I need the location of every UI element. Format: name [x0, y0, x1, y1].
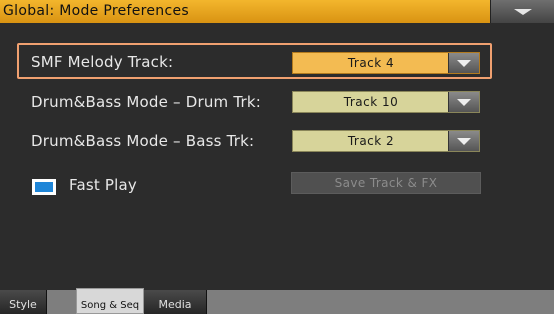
drum-track-select[interactable]: Track 10 — [292, 91, 480, 113]
tab-style[interactable]: Style — [0, 290, 47, 314]
page-menu-button[interactable] — [490, 0, 554, 23]
save-track-fx-button[interactable]: Save Track & FX — [291, 172, 481, 194]
tab-label: Media — [158, 298, 192, 311]
checkbox-check-fill — [35, 182, 53, 192]
bass-track-dropdown-button[interactable] — [448, 131, 479, 151]
smf-melody-track-label: SMF Melody Track: — [31, 53, 174, 71]
tab-media[interactable]: Media — [144, 290, 207, 314]
drum-track-dropdown-button[interactable] — [448, 92, 479, 112]
tab-bar: Style Song & Seq Media — [0, 288, 554, 314]
bass-track-label: Drum&Bass Mode – Bass Trk: — [31, 132, 255, 150]
chevron-down-icon — [457, 138, 471, 145]
drum-track-label: Drum&Bass Mode – Drum Trk: — [31, 93, 261, 111]
fast-play-label: Fast Play — [69, 176, 137, 194]
tab-song-seq[interactable]: Song & Seq — [76, 288, 144, 314]
drum-track-value: Track 10 — [343, 95, 399, 109]
smf-melody-track-value: Track 4 — [347, 56, 395, 70]
chevron-down-icon — [514, 9, 532, 15]
tab-label: Song & Seq — [80, 300, 140, 311]
fast-play-checkbox[interactable] — [32, 179, 56, 195]
tab-label: Style — [9, 298, 37, 311]
page-title: Global: Mode Preferences — [3, 3, 189, 19]
chevron-down-icon — [457, 60, 471, 67]
smf-melody-track-select[interactable]: Track 4 — [292, 52, 480, 74]
chevron-down-icon — [457, 99, 471, 106]
bass-track-select[interactable]: Track 2 — [292, 130, 480, 152]
bass-track-value: Track 2 — [347, 134, 395, 148]
title-bar: Global: Mode Preferences — [0, 0, 554, 23]
smf-melody-track-dropdown-button[interactable] — [448, 53, 479, 73]
